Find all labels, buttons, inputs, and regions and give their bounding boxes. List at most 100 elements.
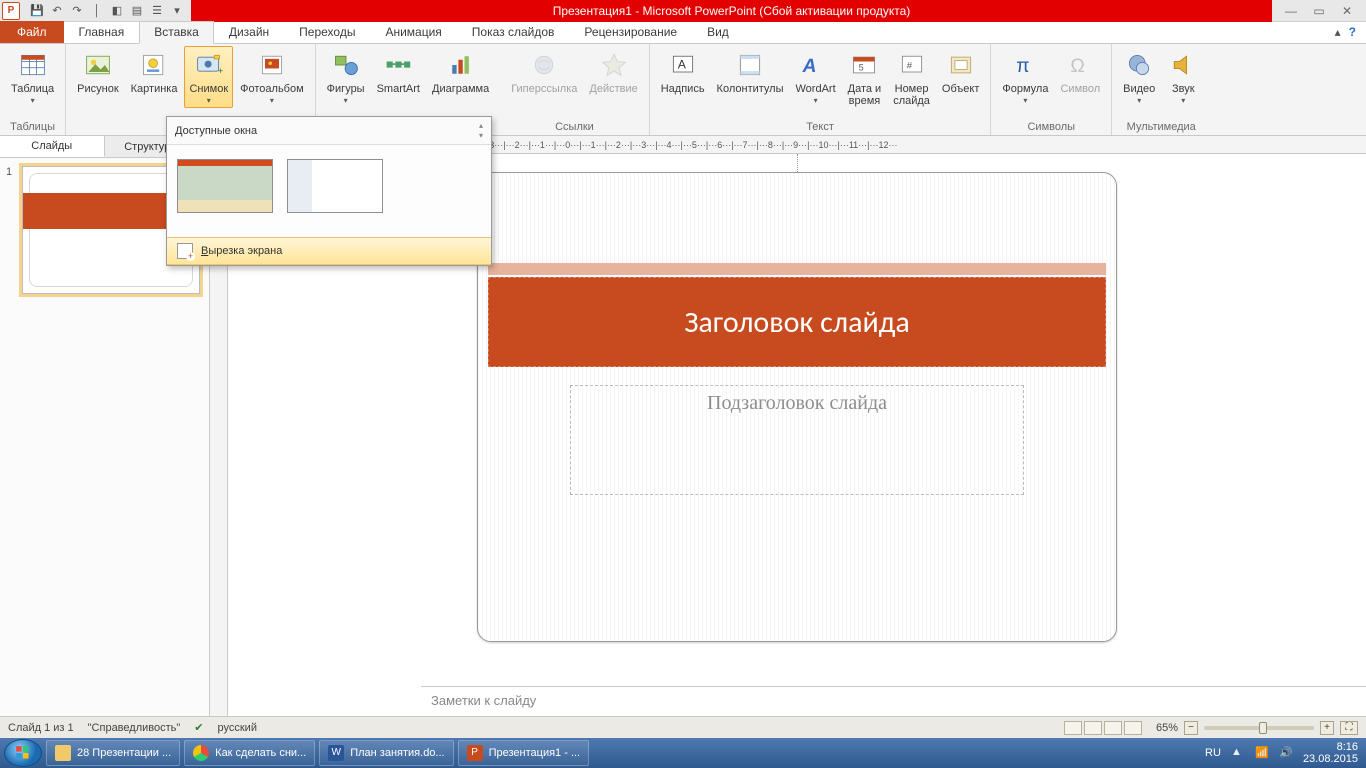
view-sorter-button[interactable] — [1084, 721, 1102, 735]
minimize-icon[interactable]: — — [1282, 4, 1300, 18]
clock-time: 8:16 — [1303, 741, 1358, 753]
group-label-symbols: Символы — [997, 120, 1105, 135]
window-thumb-2[interactable] — [287, 159, 383, 213]
chevron-down-icon: ▾ — [1023, 96, 1027, 105]
photoalbum-label: Фотоальбом — [240, 83, 304, 95]
window-thumb-1[interactable] — [177, 159, 273, 213]
redo-icon[interactable]: ↷ — [69, 3, 85, 19]
start-button[interactable] — [4, 739, 42, 767]
chevron-down-icon: ▾ — [1137, 96, 1141, 105]
tab-home[interactable]: Главная — [64, 21, 140, 43]
hyperlink-icon — [528, 49, 560, 81]
zoom-in-button[interactable]: + — [1320, 721, 1334, 735]
smartart-button[interactable]: SmartArt — [372, 46, 425, 98]
tab-slideshow[interactable]: Показ слайдов — [457, 21, 570, 43]
chart-button[interactable]: Диаграмма — [427, 46, 494, 98]
close-icon[interactable]: ✕ — [1338, 4, 1356, 18]
taskbar-label: 28 Презентации ... — [77, 747, 171, 759]
taskbar-item-powerpoint[interactable]: PПрезентация1 - ... — [458, 740, 590, 766]
datetime-button[interactable]: 5Дата и время — [843, 46, 887, 110]
taskbar-item-word[interactable]: WПлан занятия.do... — [319, 740, 453, 766]
taskbar-item-chrome[interactable]: Как сделать сни... — [184, 740, 315, 766]
wordart-button[interactable]: AWordArt▾ — [791, 46, 841, 108]
tray-network-icon[interactable]: 📶 — [1255, 746, 1269, 760]
tab-insert[interactable]: Вставка — [139, 21, 214, 44]
fit-button[interactable]: ⛶ — [1340, 721, 1358, 735]
shapes-button[interactable]: Фигуры▾ — [322, 46, 370, 108]
input-language[interactable]: RU — [1205, 747, 1221, 759]
zoom-slider[interactable] — [1204, 726, 1314, 730]
save-icon[interactable]: 💾 — [29, 3, 45, 19]
tab-slides-label: Слайды — [31, 140, 72, 152]
slide-subtitle-placeholder[interactable]: Подзаголовок слайда — [570, 385, 1024, 495]
zoom-value[interactable]: 65% — [1156, 722, 1178, 734]
clipart-button[interactable]: Картинка — [126, 46, 183, 98]
maximize-icon[interactable]: ▭ — [1310, 4, 1328, 18]
view-normal-button[interactable] — [1064, 721, 1082, 735]
help-icon[interactable]: ? — [1349, 25, 1356, 39]
photoalbum-button[interactable]: Фотоальбом▾ — [235, 46, 309, 108]
svg-text:5: 5 — [859, 62, 864, 72]
undo-icon[interactable]: ↶ — [49, 3, 65, 19]
taskbar-label: Презентация1 - ... — [489, 747, 581, 759]
video-button[interactable]: Видео▾ — [1118, 46, 1160, 108]
video-label: Видео — [1123, 83, 1155, 95]
headerfooter-icon — [734, 49, 766, 81]
title-accent — [488, 263, 1106, 275]
tab-review[interactable]: Рецензирование — [569, 21, 692, 43]
slide-title-placeholder[interactable]: Заголовок слайда — [488, 277, 1106, 367]
object-icon — [945, 49, 977, 81]
screenshot-button[interactable]: +Снимок▾ — [184, 46, 233, 108]
action-button[interactable]: Действие — [584, 46, 642, 98]
tab-file[interactable]: Файл — [0, 21, 64, 43]
datetime-icon: 5 — [848, 49, 880, 81]
screenshot-label: Снимок — [189, 83, 228, 95]
chevron-down-icon: ▾ — [344, 96, 348, 105]
qat-extra3-icon[interactable]: ☰ — [149, 3, 165, 19]
window-title: Презентация1 - Microsoft PowerPoint (Сбо… — [191, 0, 1272, 22]
slide[interactable]: Заголовок слайда Подзаголовок слайда — [477, 172, 1117, 642]
group-links: Гиперссылка Действие Ссылки — [500, 44, 650, 135]
tray-volume-icon[interactable]: 🔊 — [1279, 746, 1293, 760]
tab-design[interactable]: Дизайн — [214, 21, 284, 43]
spellcheck-icon[interactable]: ✔ — [194, 721, 203, 734]
qat-dropdown-icon[interactable]: ▾ — [169, 3, 185, 19]
picture-button[interactable]: Рисунок — [72, 46, 124, 98]
screen-clipping-item[interactable]: Вырезка экрана — [167, 237, 491, 265]
minimize-ribbon-icon[interactable]: ▴ — [1335, 25, 1341, 39]
table-label: Таблица — [11, 83, 54, 95]
status-language[interactable]: русский — [218, 722, 257, 734]
taskbar-label: Как сделать сни... — [215, 747, 306, 759]
slidenumber-button[interactable]: #Номер слайда — [888, 46, 935, 110]
svg-text:+: + — [218, 66, 223, 77]
table-button[interactable]: Таблица ▾ — [6, 46, 59, 108]
zoom-thumb[interactable] — [1259, 722, 1267, 734]
tab-animation[interactable]: Анимация — [370, 21, 456, 43]
clock[interactable]: 8:16 23.08.2015 — [1303, 741, 1358, 765]
tray-flag-icon[interactable]: ▲ — [1231, 746, 1245, 760]
picture-icon — [82, 49, 114, 81]
equation-button[interactable]: πФормула▾ — [997, 46, 1053, 108]
svg-text:A: A — [802, 55, 819, 77]
taskbar-item-explorer[interactable]: 28 Презентации ... — [46, 740, 180, 766]
headerfooter-button[interactable]: Колонтитулы — [712, 46, 789, 98]
action-label: Действие — [589, 83, 637, 95]
hyperlink-button[interactable]: Гиперссылка — [506, 46, 582, 98]
symbol-button[interactable]: ΩСимвол — [1055, 46, 1105, 98]
qat-extra1-icon[interactable]: ◧ — [109, 3, 125, 19]
textbox-button[interactable]: AНадпись — [656, 46, 710, 98]
zoom-out-button[interactable]: − — [1184, 721, 1198, 735]
view-reading-button[interactable] — [1104, 721, 1122, 735]
audio-button[interactable]: Звук▾ — [1162, 46, 1204, 108]
smartart-icon — [382, 49, 414, 81]
qat-extra2-icon[interactable]: ▤ — [129, 3, 145, 19]
tab-view[interactable]: Вид — [692, 21, 744, 43]
view-slideshow-button[interactable] — [1124, 721, 1142, 735]
dropdown-scroll[interactable]: ▴▾ — [479, 121, 483, 140]
object-button[interactable]: Объект — [937, 46, 984, 98]
group-label-links: Ссылки — [506, 120, 643, 135]
windows-icon — [12, 742, 34, 764]
notes-pane[interactable]: Заметки к слайду — [421, 686, 1366, 716]
tab-slides-thumbs[interactable]: Слайды — [0, 136, 105, 157]
tab-transitions[interactable]: Переходы — [284, 21, 370, 43]
